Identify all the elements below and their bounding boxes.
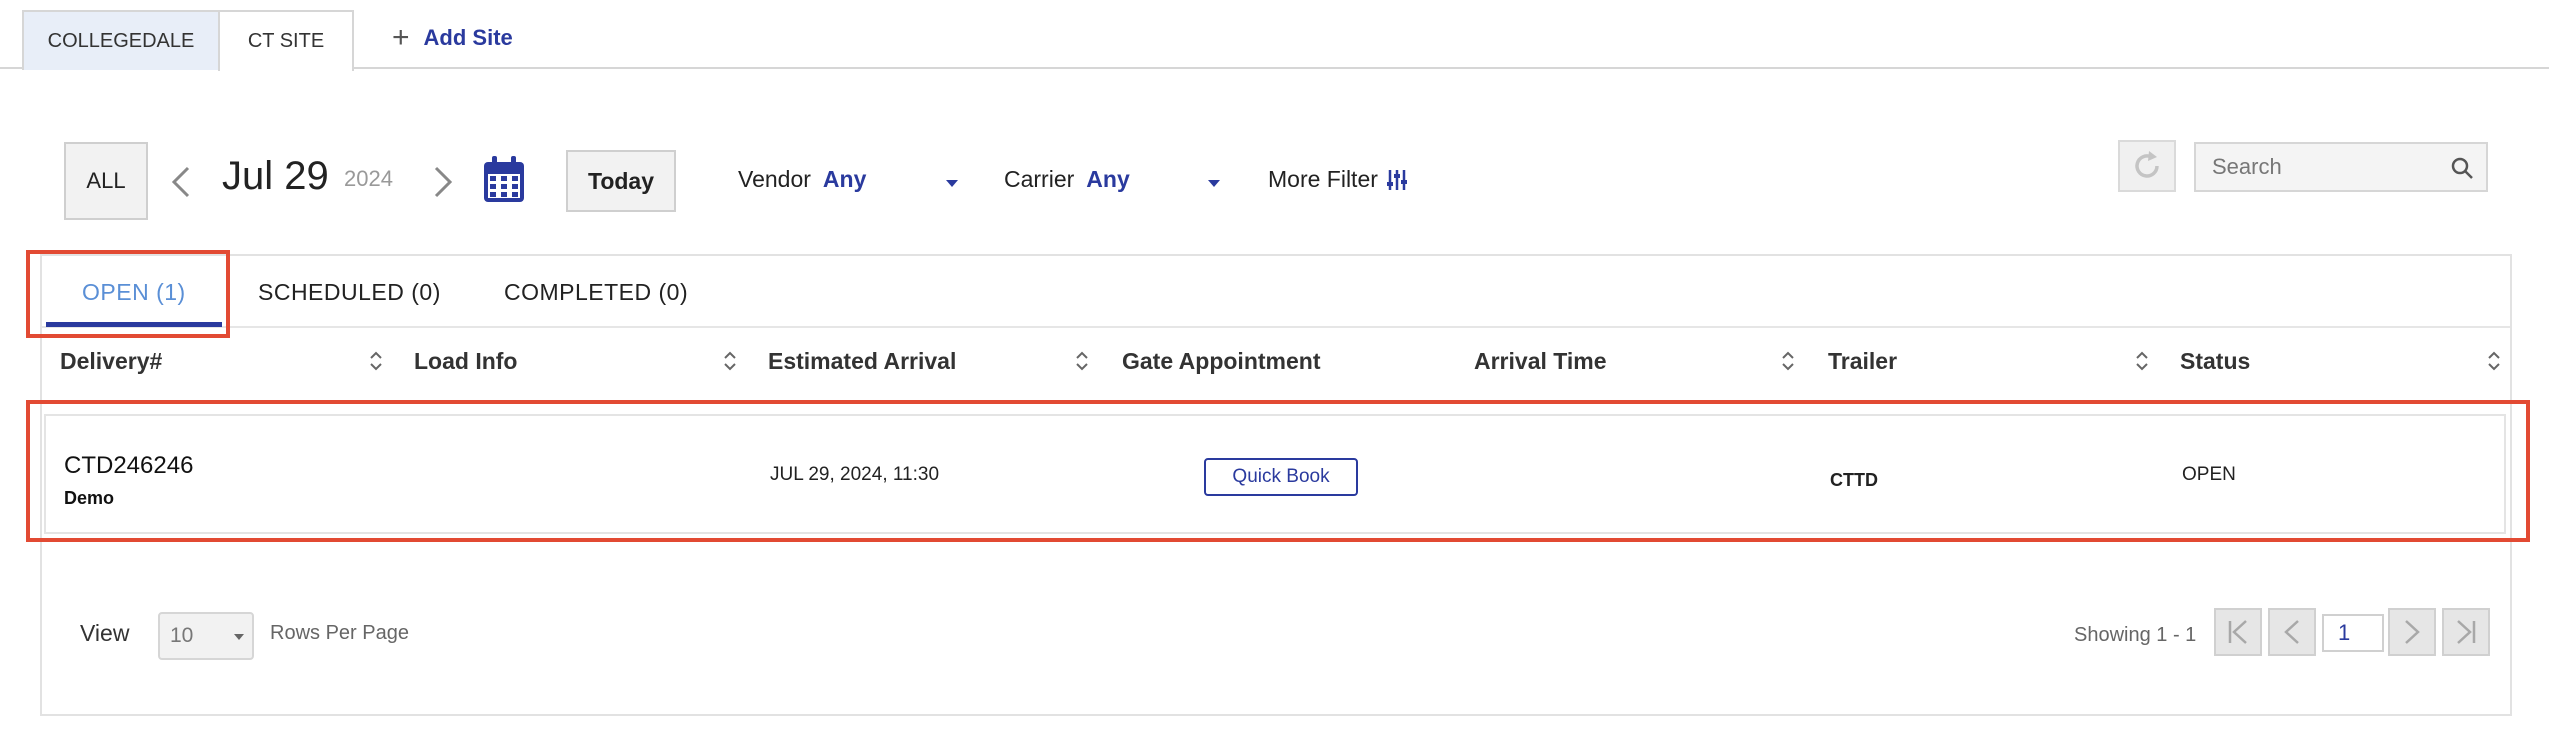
rows-per-page-label: Rows Per Page: [270, 622, 409, 644]
table-header: Delivery# Load Info Estimated Arrival Ga…: [42, 330, 2510, 392]
today-button[interactable]: Today: [566, 150, 676, 212]
column-header-delivery[interactable]: Delivery#: [60, 330, 162, 392]
selected-date: Jul 29: [222, 154, 329, 198]
prev-page-button[interactable]: [2268, 608, 2316, 656]
highlight-open-tab: [26, 250, 230, 338]
search-box: [2194, 142, 2488, 192]
column-header-gate-appointment: Gate Appointment: [1122, 330, 1320, 392]
tab-scheduled-label: SCHEDULED (0): [258, 278, 441, 305]
chevron-left-icon: [2284, 620, 2299, 644]
first-page-icon: [2228, 620, 2247, 644]
selected-year: 2024: [344, 166, 393, 191]
carrier-filter-value: Any: [1086, 166, 1130, 192]
column-header-label: Status: [2180, 347, 2251, 374]
column-header-status[interactable]: Status: [2180, 330, 2250, 392]
site-tab-label: CT SITE: [247, 30, 325, 52]
vendor-filter-label: Vendor: [738, 166, 811, 192]
view-label: View: [80, 620, 130, 646]
status-tab-bar: OPEN (1) SCHEDULED (0) COMPLETED (0): [42, 256, 2510, 328]
site-tab-collegedale[interactable]: COLLEGEDALE: [22, 10, 220, 70]
column-header-load-info[interactable]: Load Info: [414, 330, 517, 392]
column-header-trailer[interactable]: Trailer: [1828, 330, 1897, 392]
site-tab-label: COLLEGEDALE: [47, 29, 195, 52]
site-tab-bar: COLLEGEDALE CT SITE + Add Site: [0, 0, 2549, 71]
tab-completed[interactable]: COMPLETED (0): [504, 256, 688, 328]
carrier-filter[interactable]: Carrier Any: [1004, 166, 1130, 193]
showing-count: Showing 1 - 1: [2074, 624, 2197, 646]
sliders-icon: [1386, 169, 1407, 190]
sort-icon[interactable]: [368, 348, 384, 374]
search-icon[interactable]: [2450, 156, 2474, 180]
column-header-label: Arrival Time: [1474, 347, 1607, 374]
column-header-label: Delivery#: [60, 347, 163, 374]
plus-icon: +: [392, 21, 410, 54]
chevron-right-icon: [434, 166, 453, 198]
carrier-filter-label: Carrier: [1004, 166, 1075, 192]
add-site-label: Add Site: [423, 25, 513, 50]
highlight-delivery-row: [26, 400, 2530, 542]
chevron-down-icon[interactable]: [1208, 180, 1220, 187]
sort-icon[interactable]: [2486, 348, 2502, 374]
refresh-icon: [2135, 151, 2159, 178]
chevron-right-icon: [2405, 620, 2420, 644]
column-header-label: Estimated Arrival: [768, 347, 957, 374]
next-page-button[interactable]: [2388, 608, 2436, 656]
vendor-filter[interactable]: Vendor Any: [738, 166, 866, 193]
column-header-label: Load Info: [414, 347, 518, 374]
tab-scheduled[interactable]: SCHEDULED (0): [258, 256, 441, 328]
all-dates-button[interactable]: ALL: [64, 142, 148, 220]
first-page-button[interactable]: [2214, 608, 2262, 656]
more-filter-button[interactable]: More Filter: [1268, 166, 1408, 193]
page-number-input[interactable]: [2322, 614, 2384, 652]
sort-icon[interactable]: [722, 348, 738, 374]
sort-icon[interactable]: [1074, 348, 1090, 374]
rows-per-page-value: 10: [170, 624, 194, 647]
last-page-icon: [2457, 620, 2476, 644]
search-input[interactable]: [2196, 144, 2436, 190]
add-site-button[interactable]: + Add Site: [392, 18, 513, 58]
chevron-down-icon: [234, 634, 244, 640]
sort-icon[interactable]: [2134, 348, 2150, 374]
refresh-button[interactable]: [2118, 140, 2176, 192]
rows-per-page-select[interactable]: 10: [158, 612, 254, 660]
calendar-icon[interactable]: [480, 154, 528, 206]
column-header-label: Trailer: [1828, 347, 1898, 374]
last-page-button[interactable]: [2442, 608, 2490, 656]
column-header-label: Gate Appointment: [1122, 347, 1321, 374]
site-tab-ct-site[interactable]: CT SITE: [218, 10, 354, 71]
chevron-down-icon[interactable]: [946, 180, 958, 187]
sort-icon[interactable]: [1780, 348, 1796, 374]
column-header-arrival-time[interactable]: Arrival Time: [1474, 330, 1607, 392]
tab-completed-label: COMPLETED (0): [504, 278, 689, 305]
column-header-estimated-arrival[interactable]: Estimated Arrival: [768, 330, 956, 392]
vendor-filter-value: Any: [822, 166, 867, 192]
today-label: Today: [587, 167, 655, 194]
prev-date-button[interactable]: [164, 160, 200, 204]
next-date-button[interactable]: [424, 160, 460, 204]
chevron-left-icon: [171, 166, 190, 198]
more-filter-label: More Filter: [1268, 166, 1378, 192]
all-dates-label: ALL: [86, 168, 126, 193]
